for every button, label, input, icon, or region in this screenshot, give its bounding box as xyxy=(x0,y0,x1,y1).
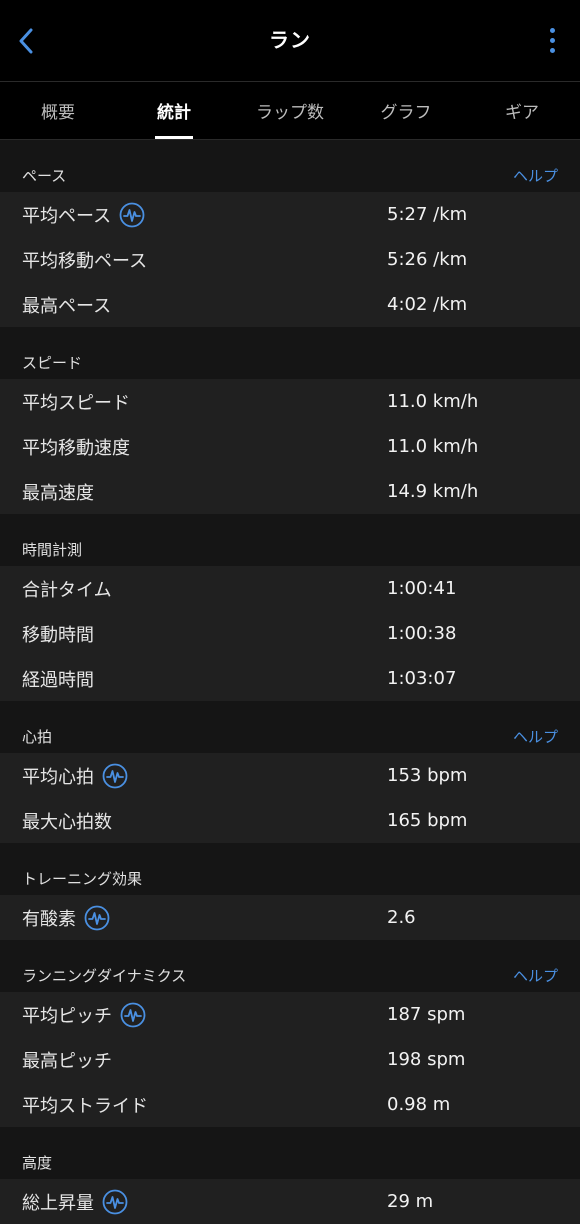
tab-stats[interactable]: 統計 xyxy=(116,82,232,139)
stat-label: 有酸素 xyxy=(22,905,387,931)
stat-label: 平均心拍 xyxy=(22,763,387,789)
help-link[interactable]: ヘルプ xyxy=(513,965,558,986)
stat-label: 総上昇量 xyxy=(22,1189,387,1215)
page-title: ラン xyxy=(269,28,311,52)
stat-row: 平均移動速度 11.0 km/h xyxy=(0,424,580,469)
stat-label: 経過時間 xyxy=(22,669,94,691)
help-link[interactable]: ヘルプ xyxy=(513,726,558,747)
stat-value: 153 bpm xyxy=(387,765,468,786)
stat-row: 経過時間 1:03:07 xyxy=(0,656,580,701)
section-rows-timing: 合計タイム 1:00:41 移動時間 1:00:38 経過時間 1:03:07 xyxy=(0,566,580,701)
section-header-pace: ペース ヘルプ xyxy=(0,140,580,192)
section-header-running-dynamics: ランニングダイナミクス ヘルプ xyxy=(0,940,580,992)
section-header-timing: 時間計測 xyxy=(0,514,580,566)
stat-value: 1:03:07 xyxy=(387,668,457,689)
heart-wave-icon[interactable] xyxy=(84,905,110,931)
section-rows-speed: 平均スピード 11.0 km/h 平均移動速度 11.0 km/h 最高速度 1… xyxy=(0,379,580,514)
stat-row: 移動時間 1:00:38 xyxy=(0,611,580,656)
section-rows-elevation: 総上昇量 29 m xyxy=(0,1179,580,1224)
stat-label: 合計タイム xyxy=(22,579,112,601)
section-title: トレーニング効果 xyxy=(22,870,143,888)
tab-gear[interactable]: ギア xyxy=(464,82,580,139)
stat-value: 2.6 xyxy=(387,907,416,928)
stat-row: 最高ペース 4:02 /km xyxy=(0,282,580,327)
stat-row: 平均スピード 11.0 km/h xyxy=(0,379,580,424)
stats-content: ペース ヘルプ 平均ペース 5:27 /km 平均移動ペース 5:26 /km … xyxy=(0,140,580,1224)
stat-value: 5:27 /km xyxy=(387,204,468,225)
stat-value: 11.0 km/h xyxy=(387,391,479,412)
stat-label: 平均ペース xyxy=(22,202,387,228)
stat-label: 移動時間 xyxy=(22,624,94,646)
tab-bar: 概要 統計 ラップ数 グラフ ギア xyxy=(0,82,580,140)
heart-wave-icon[interactable] xyxy=(102,1189,128,1215)
tab-laps[interactable]: ラップ数 xyxy=(232,82,348,139)
section-rows-training-effect: 有酸素 2.6 xyxy=(0,895,580,940)
stat-label: 最大心拍数 xyxy=(22,811,112,833)
tab-graphs[interactable]: グラフ xyxy=(348,82,464,139)
section-title: 時間計測 xyxy=(22,541,83,559)
stat-label: 最高速度 xyxy=(22,482,94,504)
section-title: 心拍 xyxy=(22,728,53,746)
section-header-speed: スピード xyxy=(0,327,580,379)
section-header-heart-rate: 心拍 ヘルプ xyxy=(0,701,580,753)
chevron-left-icon xyxy=(19,28,33,53)
more-options-button[interactable] xyxy=(546,21,558,61)
stat-label: 平均ストライド xyxy=(22,1095,148,1117)
stat-label: 最高ピッチ xyxy=(22,1050,112,1072)
section-header-elevation: 高度 xyxy=(0,1127,580,1179)
section-title: ペース xyxy=(22,167,67,185)
stat-label: 平均移動ペース xyxy=(22,250,148,272)
tab-overview[interactable]: 概要 xyxy=(0,82,116,139)
top-bar: ラン xyxy=(0,0,580,82)
stat-row: 平均心拍 153 bpm xyxy=(0,753,580,798)
stat-value: 0.98 m xyxy=(387,1094,451,1115)
back-button[interactable] xyxy=(18,21,46,61)
section-header-training-effect: トレーニング効果 xyxy=(0,843,580,895)
stat-value: 29 m xyxy=(387,1191,434,1212)
stat-row: 平均移動ペース 5:26 /km xyxy=(0,237,580,282)
more-dot xyxy=(549,38,555,43)
section-title: ランニングダイナミクス xyxy=(22,967,187,985)
stat-value: 4:02 /km xyxy=(387,294,468,315)
heart-wave-icon[interactable] xyxy=(119,202,145,228)
stat-value: 14.9 km/h xyxy=(387,481,479,502)
stat-value: 1:00:41 xyxy=(387,578,457,599)
stat-row: 合計タイム 1:00:41 xyxy=(0,566,580,611)
stat-value: 198 spm xyxy=(387,1049,466,1070)
more-dot xyxy=(549,28,555,33)
stat-label-text: 総上昇量 xyxy=(22,1192,94,1214)
stat-value: 11.0 km/h xyxy=(387,436,479,457)
stat-row: 平均ストライド 0.98 m xyxy=(0,1082,580,1127)
stat-row: 最大心拍数 165 bpm xyxy=(0,798,580,843)
stat-value: 187 spm xyxy=(387,1004,466,1025)
section-title: スピード xyxy=(22,354,83,372)
stat-label: 平均ピッチ xyxy=(22,1002,387,1028)
stat-label-text: 平均ペース xyxy=(22,205,112,227)
stat-row: 平均ペース 5:27 /km xyxy=(0,192,580,237)
section-rows-heart-rate: 平均心拍 153 bpm 最大心拍数 165 bpm xyxy=(0,753,580,843)
heart-wave-icon[interactable] xyxy=(102,763,128,789)
heart-wave-icon[interactable] xyxy=(120,1002,146,1028)
stat-label-text: 平均心拍 xyxy=(22,766,94,788)
stat-value: 165 bpm xyxy=(387,810,468,831)
section-rows-pace: 平均ペース 5:27 /km 平均移動ペース 5:26 /km 最高ペース 4:… xyxy=(0,192,580,327)
stat-value: 1:00:38 xyxy=(387,623,457,644)
stat-row: 最高速度 14.9 km/h xyxy=(0,469,580,514)
stat-value: 5:26 /km xyxy=(387,249,468,270)
help-link[interactable]: ヘルプ xyxy=(513,165,558,186)
more-dot xyxy=(549,48,555,53)
stat-label: 最高ペース xyxy=(22,295,112,317)
stat-row: 総上昇量 29 m xyxy=(0,1179,580,1224)
stat-row: 有酸素 2.6 xyxy=(0,895,580,940)
stat-row: 平均ピッチ 187 spm xyxy=(0,992,580,1037)
stat-label-text: 平均ピッチ xyxy=(22,1005,112,1027)
stat-label: 平均スピード xyxy=(22,392,130,414)
stat-label: 平均移動速度 xyxy=(22,437,130,459)
section-rows-running-dynamics: 平均ピッチ 187 spm 最高ピッチ 198 spm 平均ストライド 0.98… xyxy=(0,992,580,1127)
stat-label-text: 有酸素 xyxy=(22,908,76,930)
section-title: 高度 xyxy=(22,1154,53,1172)
stat-row: 最高ピッチ 198 spm xyxy=(0,1037,580,1082)
